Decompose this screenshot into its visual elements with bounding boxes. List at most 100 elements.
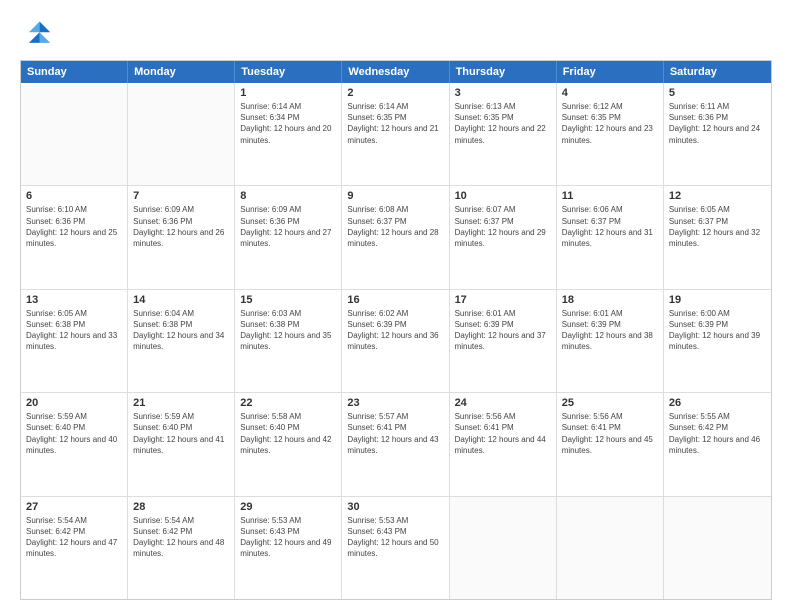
cell-info: Sunrise: 6:07 AMSunset: 6:37 PMDaylight:… [455, 204, 551, 249]
cell-info: Sunrise: 6:01 AMSunset: 6:39 PMDaylight:… [455, 308, 551, 353]
cell-info: Sunrise: 6:06 AMSunset: 6:37 PMDaylight:… [562, 204, 658, 249]
calendar-cell: 16 Sunrise: 6:02 AMSunset: 6:39 PMDaylig… [342, 290, 449, 392]
cell-info: Sunrise: 6:12 AMSunset: 6:35 PMDaylight:… [562, 101, 658, 146]
cell-info: Sunrise: 6:02 AMSunset: 6:39 PMDaylight:… [347, 308, 443, 353]
weekday-header: Monday [128, 61, 235, 83]
cell-info: Sunrise: 6:03 AMSunset: 6:38 PMDaylight:… [240, 308, 336, 353]
calendar-cell: 4 Sunrise: 6:12 AMSunset: 6:35 PMDayligh… [557, 83, 664, 185]
calendar-cell: 30 Sunrise: 5:53 AMSunset: 6:43 PMDaylig… [342, 497, 449, 599]
calendar-cell: 18 Sunrise: 6:01 AMSunset: 6:39 PMDaylig… [557, 290, 664, 392]
calendar-cell [450, 497, 557, 599]
cell-info: Sunrise: 5:57 AMSunset: 6:41 PMDaylight:… [347, 411, 443, 456]
calendar-cell: 3 Sunrise: 6:13 AMSunset: 6:35 PMDayligh… [450, 83, 557, 185]
day-number: 21 [133, 397, 229, 409]
cell-info: Sunrise: 6:00 AMSunset: 6:39 PMDaylight:… [669, 308, 766, 353]
day-number: 6 [26, 190, 122, 202]
cell-info: Sunrise: 6:13 AMSunset: 6:35 PMDaylight:… [455, 101, 551, 146]
day-number: 3 [455, 87, 551, 99]
day-number: 2 [347, 87, 443, 99]
calendar-cell [557, 497, 664, 599]
cell-info: Sunrise: 6:04 AMSunset: 6:38 PMDaylight:… [133, 308, 229, 353]
cell-info: Sunrise: 5:53 AMSunset: 6:43 PMDaylight:… [347, 515, 443, 560]
day-number: 24 [455, 397, 551, 409]
day-number: 26 [669, 397, 766, 409]
day-number: 5 [669, 87, 766, 99]
cell-info: Sunrise: 6:08 AMSunset: 6:37 PMDaylight:… [347, 204, 443, 249]
cell-info: Sunrise: 5:59 AMSunset: 6:40 PMDaylight:… [133, 411, 229, 456]
calendar-cell: 7 Sunrise: 6:09 AMSunset: 6:36 PMDayligh… [128, 186, 235, 288]
calendar-cell: 1 Sunrise: 6:14 AMSunset: 6:34 PMDayligh… [235, 83, 342, 185]
calendar-cell [128, 83, 235, 185]
logo [20, 18, 56, 50]
weekday-header: Thursday [450, 61, 557, 83]
calendar-cell: 22 Sunrise: 5:58 AMSunset: 6:40 PMDaylig… [235, 393, 342, 495]
calendar-cell: 27 Sunrise: 5:54 AMSunset: 6:42 PMDaylig… [21, 497, 128, 599]
cell-info: Sunrise: 6:10 AMSunset: 6:36 PMDaylight:… [26, 204, 122, 249]
day-number: 8 [240, 190, 336, 202]
day-number: 13 [26, 294, 122, 306]
calendar-cell: 17 Sunrise: 6:01 AMSunset: 6:39 PMDaylig… [450, 290, 557, 392]
day-number: 28 [133, 501, 229, 513]
day-number: 14 [133, 294, 229, 306]
day-number: 25 [562, 397, 658, 409]
calendar-cell: 11 Sunrise: 6:06 AMSunset: 6:37 PMDaylig… [557, 186, 664, 288]
calendar-cell: 23 Sunrise: 5:57 AMSunset: 6:41 PMDaylig… [342, 393, 449, 495]
calendar-cell: 9 Sunrise: 6:08 AMSunset: 6:37 PMDayligh… [342, 186, 449, 288]
cell-info: Sunrise: 6:14 AMSunset: 6:34 PMDaylight:… [240, 101, 336, 146]
calendar-cell: 29 Sunrise: 5:53 AMSunset: 6:43 PMDaylig… [235, 497, 342, 599]
day-number: 29 [240, 501, 336, 513]
day-number: 10 [455, 190, 551, 202]
calendar-cell [21, 83, 128, 185]
day-number: 11 [562, 190, 658, 202]
cell-info: Sunrise: 6:05 AMSunset: 6:37 PMDaylight:… [669, 204, 766, 249]
cell-info: Sunrise: 6:14 AMSunset: 6:35 PMDaylight:… [347, 101, 443, 146]
calendar-cell: 12 Sunrise: 6:05 AMSunset: 6:37 PMDaylig… [664, 186, 771, 288]
day-number: 17 [455, 294, 551, 306]
calendar-cell: 21 Sunrise: 5:59 AMSunset: 6:40 PMDaylig… [128, 393, 235, 495]
calendar-week: 27 Sunrise: 5:54 AMSunset: 6:42 PMDaylig… [21, 497, 771, 599]
calendar-body: 1 Sunrise: 6:14 AMSunset: 6:34 PMDayligh… [21, 83, 771, 599]
weekday-header: Tuesday [235, 61, 342, 83]
day-number: 4 [562, 87, 658, 99]
day-number: 9 [347, 190, 443, 202]
cell-info: Sunrise: 6:05 AMSunset: 6:38 PMDaylight:… [26, 308, 122, 353]
calendar-cell: 13 Sunrise: 6:05 AMSunset: 6:38 PMDaylig… [21, 290, 128, 392]
cell-info: Sunrise: 5:59 AMSunset: 6:40 PMDaylight:… [26, 411, 122, 456]
cell-info: Sunrise: 5:55 AMSunset: 6:42 PMDaylight:… [669, 411, 766, 456]
calendar-header-row: SundayMondayTuesdayWednesdayThursdayFrid… [21, 61, 771, 83]
cell-info: Sunrise: 5:56 AMSunset: 6:41 PMDaylight:… [455, 411, 551, 456]
calendar-week: 6 Sunrise: 6:10 AMSunset: 6:36 PMDayligh… [21, 186, 771, 289]
calendar: SundayMondayTuesdayWednesdayThursdayFrid… [20, 60, 772, 600]
calendar-week: 13 Sunrise: 6:05 AMSunset: 6:38 PMDaylig… [21, 290, 771, 393]
day-number: 30 [347, 501, 443, 513]
cell-info: Sunrise: 5:54 AMSunset: 6:42 PMDaylight:… [133, 515, 229, 560]
day-number: 20 [26, 397, 122, 409]
calendar-cell: 10 Sunrise: 6:07 AMSunset: 6:37 PMDaylig… [450, 186, 557, 288]
day-number: 23 [347, 397, 443, 409]
weekday-header: Sunday [21, 61, 128, 83]
cell-info: Sunrise: 6:01 AMSunset: 6:39 PMDaylight:… [562, 308, 658, 353]
calendar-cell: 19 Sunrise: 6:00 AMSunset: 6:39 PMDaylig… [664, 290, 771, 392]
weekday-header: Saturday [664, 61, 771, 83]
calendar-cell: 26 Sunrise: 5:55 AMSunset: 6:42 PMDaylig… [664, 393, 771, 495]
day-number: 7 [133, 190, 229, 202]
cell-info: Sunrise: 5:53 AMSunset: 6:43 PMDaylight:… [240, 515, 336, 560]
calendar-cell: 6 Sunrise: 6:10 AMSunset: 6:36 PMDayligh… [21, 186, 128, 288]
day-number: 15 [240, 294, 336, 306]
logo-icon [20, 18, 52, 50]
day-number: 27 [26, 501, 122, 513]
weekday-header: Wednesday [342, 61, 449, 83]
cell-info: Sunrise: 5:54 AMSunset: 6:42 PMDaylight:… [26, 515, 122, 560]
calendar-cell: 28 Sunrise: 5:54 AMSunset: 6:42 PMDaylig… [128, 497, 235, 599]
calendar-week: 1 Sunrise: 6:14 AMSunset: 6:34 PMDayligh… [21, 83, 771, 186]
header [20, 18, 772, 50]
day-number: 16 [347, 294, 443, 306]
day-number: 12 [669, 190, 766, 202]
day-number: 19 [669, 294, 766, 306]
cell-info: Sunrise: 6:11 AMSunset: 6:36 PMDaylight:… [669, 101, 766, 146]
cell-info: Sunrise: 5:58 AMSunset: 6:40 PMDaylight:… [240, 411, 336, 456]
calendar-cell: 8 Sunrise: 6:09 AMSunset: 6:36 PMDayligh… [235, 186, 342, 288]
calendar-week: 20 Sunrise: 5:59 AMSunset: 6:40 PMDaylig… [21, 393, 771, 496]
calendar-cell: 24 Sunrise: 5:56 AMSunset: 6:41 PMDaylig… [450, 393, 557, 495]
calendar-cell: 5 Sunrise: 6:11 AMSunset: 6:36 PMDayligh… [664, 83, 771, 185]
